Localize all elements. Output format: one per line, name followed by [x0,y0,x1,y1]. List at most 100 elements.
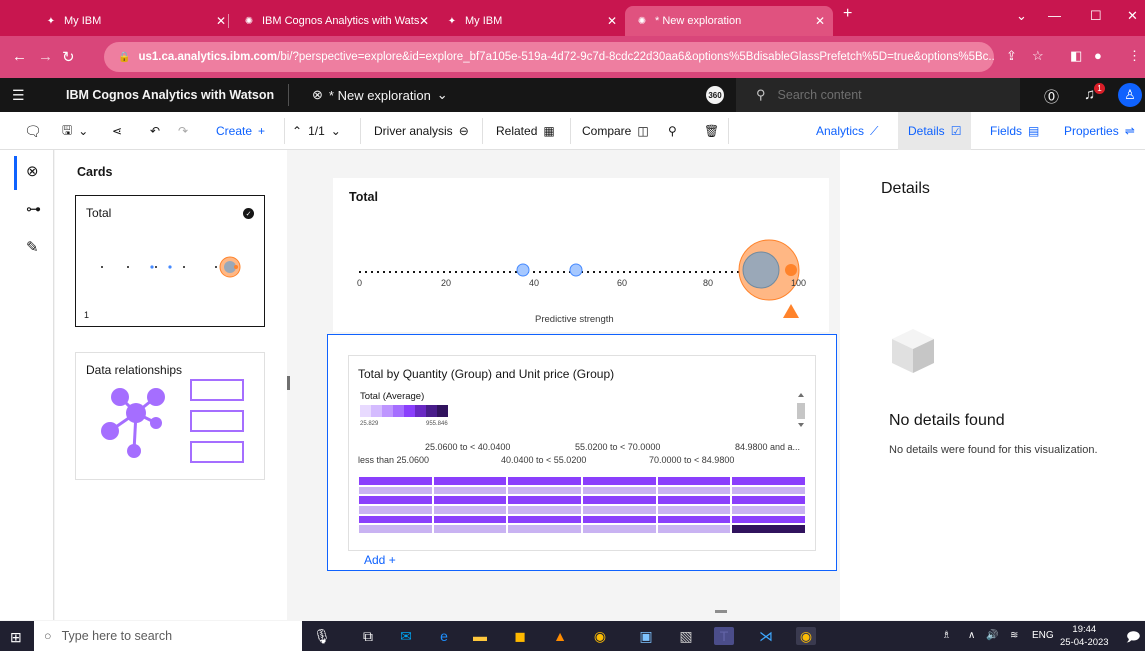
panel-splitter-handle[interactable] [287,376,290,390]
heatmap-cell[interactable] [656,485,732,496]
compare-button[interactable]: Compare ◫ [582,112,649,150]
heatmap-cell[interactable] [507,485,582,496]
heatmap-cell[interactable] [358,524,433,534]
heatmap-cell[interactable] [731,505,806,515]
heatmap-cell[interactable] [432,485,508,496]
hamburger-menu-icon[interactable]: ☰ [12,87,25,104]
profile-icon[interactable]: ● [1094,48,1102,63]
bookmark-star-icon[interactable]: ☆ [1032,48,1044,64]
task-view-icon[interactable]: ⧉ [358,627,378,645]
add-button[interactable]: Add + [364,553,396,567]
total-driver-card[interactable]: Total 0 20 40 60 80 100 Predictive stren… [333,178,829,332]
chrome-active-icon[interactable]: ◉ [796,627,816,645]
heatmap-cell[interactable] [432,476,508,486]
page-navigator[interactable]: ⌃ 1/1 ⌄ [292,112,341,150]
volume-icon[interactable]: 🔊 [986,630,998,641]
heatmap-cell[interactable] [582,485,657,496]
microphone-icon[interactable]: 🎙 [312,627,332,645]
user-avatar[interactable]: ♙ [1118,83,1142,107]
heatmap-cell[interactable] [656,476,732,486]
total-card-thumbnail[interactable]: Total ✓ 1 [75,195,265,327]
windows-start-icon[interactable]: ⊞ [10,629,22,646]
analytics-button[interactable]: Analytics ⟋ [816,112,878,150]
heatmap-cell[interactable] [582,514,657,525]
relationships-rail-icon[interactable]: ⊶ [26,200,41,218]
close-tab-icon[interactable]: ✕ [419,14,429,28]
legend-scrollbar[interactable] [796,391,806,431]
app-icon[interactable]: ▧ [676,627,696,645]
forward-icon[interactable]: → [38,48,53,65]
heatmap-cell[interactable] [358,514,433,525]
vlc-icon[interactable]: ▲ [550,627,570,645]
undo-icon[interactable]: ↶ [150,112,160,150]
heatmap-cell[interactable] [731,514,806,525]
heatmap-visualization-card[interactable]: Total by Quantity (Group) and Unit price… [327,334,837,571]
cards-rail-icon[interactable]: ⊗ [26,162,39,180]
heatmap-cell[interactable] [507,476,582,486]
heatmap-cell[interactable] [507,514,582,525]
related-button[interactable]: Related ▦ [496,112,555,150]
close-tab-icon[interactable]: ✕ [607,14,617,28]
store-icon[interactable]: ◼ [510,627,530,645]
file-explorer-icon[interactable]: ▬ [470,627,490,645]
chrome-icon[interactable]: ◉ [590,627,610,645]
heatmap-cell[interactable] [358,476,433,486]
heatmap-cell[interactable] [656,514,732,525]
tab-search-icon[interactable]: ⌄ [1016,8,1027,24]
heatmap-cell[interactable] [656,495,732,505]
browser-tab-cognos[interactable]: ✺ IBM Cognos Analytics with Wats ✕ [232,6,437,36]
system-clock[interactable]: 19:44 25-04-2023 [1060,623,1109,649]
browser-tab-my-ibm-2[interactable]: ✦ My IBM ✕ [435,6,625,36]
tray-chevron-icon[interactable]: ∧ [968,630,975,641]
language-indicator[interactable]: ENG [1032,630,1054,641]
photos-icon[interactable]: ▣ [636,627,656,645]
back-icon[interactable]: ← [12,48,27,65]
browser-tab-my-ibm-1[interactable]: ✦ My IBM ✕ [34,6,234,36]
taskbar-search-input[interactable]: ○ Type here to search [34,621,302,651]
heatmap-cell[interactable] [582,505,657,515]
data-relationships-card[interactable]: Data relationships [75,352,265,480]
comment-icon[interactable]: 🗨 [24,112,42,150]
details-button[interactable]: Details ☑ [898,112,972,150]
share-icon[interactable]: ⋖ [112,112,122,150]
heatmap-cell[interactable] [432,505,508,515]
share-icon[interactable]: ⇪ [1006,48,1017,64]
teams-icon[interactable]: T [714,627,734,645]
notification-center-icon[interactable]: 🗩 [1126,628,1140,650]
search-content-input[interactable]: ⚲ Search content [736,78,1020,112]
heatmap-cell[interactable] [432,495,508,505]
heatmap-cell[interactable] [358,505,433,515]
network-icon[interactable]: ≋ [1010,630,1018,641]
driver-analysis-button[interactable]: Driver analysis ⊖ [374,112,469,150]
close-tab-icon[interactable]: ✕ [815,14,825,28]
heatmap-cell[interactable] [432,514,508,525]
heatmap-cell[interactable] [731,485,806,496]
heatmap-cell[interactable] [656,524,732,534]
pin-icon[interactable]: ⚲ [668,112,677,150]
exploration-title-menu[interactable]: ⊗ * New exploration ⌄ [312,87,448,103]
heatmap-cell[interactable] [582,476,657,486]
heatmap-cell[interactable] [731,476,806,486]
heatmap-cell[interactable] [507,495,582,505]
sidebar-icon[interactable]: ◧ [1070,48,1082,64]
browser-tab-new-exploration[interactable]: ✺ * New exploration ✕ [625,6,833,36]
heatmap-cell[interactable] [731,524,806,534]
delete-icon[interactable]: 🗑 [704,112,719,150]
heatmap-cell[interactable] [582,524,657,534]
reload-icon[interactable]: ↻ [62,48,75,66]
heatmap-cell[interactable] [358,485,433,496]
minimize-icon[interactable]: — [1048,8,1061,23]
maximize-icon[interactable]: ☐ [1090,8,1102,24]
url-input[interactable]: 🔒 us1.ca.analytics.ibm.com/bi/?perspecti… [104,42,994,72]
heatmap-cell[interactable] [507,524,582,534]
pin-rail-icon[interactable]: ✎ [26,238,39,256]
fields-button[interactable]: Fields ▤ [990,112,1039,150]
mail-icon[interactable]: ✉ [396,627,416,645]
heatmap-cell[interactable] [507,505,582,515]
heatmap-cell[interactable] [582,495,657,505]
edge-icon[interactable]: e [434,627,454,645]
chrome-menu-icon[interactable]: ⋮ [1128,48,1141,64]
canvas-scroll-handle[interactable] [715,610,727,613]
cognos-360-badge[interactable]: 360 [706,86,724,104]
heatmap-cell[interactable] [358,495,433,505]
